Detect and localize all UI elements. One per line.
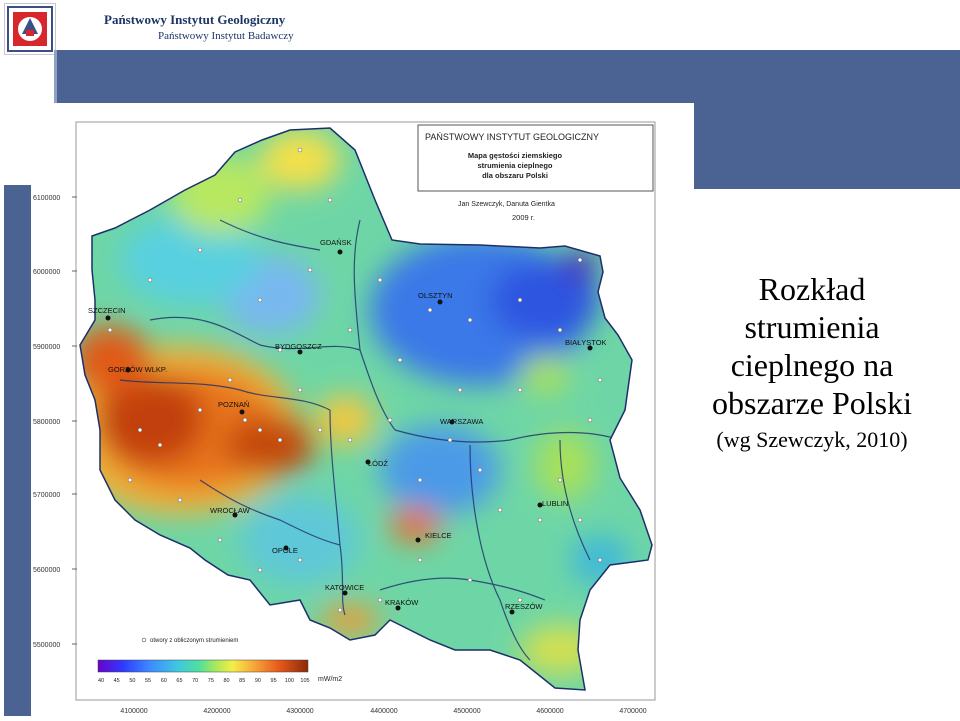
map-authors: Jan Szewczyk, Danuta Gientka [458,201,555,208]
city-label-krakow: KRAKÓW [385,598,419,607]
top-band [57,50,960,103]
map-title-2: strumienia cieplnego [477,161,552,170]
slide-title-line-1: Rozkład [758,271,866,307]
x-tick-label: 4300000 [286,708,313,715]
legend-tick-label: 70 [192,678,198,684]
slide-title-source: (wg Szewczyk, 2010) [716,427,908,452]
y-tick-label: 5800000 [33,419,60,426]
legend-tick-label: 40 [98,678,104,684]
map-title-3: dla obszaru Polski [482,171,548,180]
institute-subtitle: Państwowy Instytut Badawczy [158,30,294,42]
slide-title-line-2: strumienia [744,309,880,345]
city-label-warszawa: WARSZAWA [440,417,483,426]
map-title-1: Mapa gęstości ziemskiego [468,151,563,160]
institute-logo [4,3,56,55]
map-org-name: PAŃSTWOWY INSTYTUT GEOLOGICZNY [425,132,599,142]
city-label-gdansk: GDAŃSK [320,238,352,247]
legend-tick-label: 65 [176,678,182,684]
heat-flow-map-svg: GDAŃSK OLSZTYN SZCZECIN BIAŁYSTOK BYDGOS… [33,121,656,715]
legend-tick-label: 95 [271,678,277,684]
city-label-lublin: LUBLIN [542,499,568,508]
slide-title-line-4: obszarze Polski [712,385,912,421]
city-label-wroclaw: WROCŁAW [210,506,251,515]
legend-tick-label: 100 [285,678,294,684]
institute-emblem-icon [7,6,53,52]
city-label-bydgoszcz: BYDGOSZCZ [275,342,322,351]
legend-tick-label: 105 [300,678,309,684]
city-label-bialystok: BIAŁYSTOK [565,338,607,347]
x-tick-label: 4500000 [453,708,480,715]
institute-name: Państwowy Instytut Geologiczny [104,12,286,27]
x-tick-label: 4600000 [536,708,563,715]
legend-colorbar [97,659,309,673]
city-label-opole: OPOLE [272,546,298,555]
legend-tick-label: 80 [223,678,229,684]
legend-tick-label: 50 [129,678,135,684]
city-label-katowice: KATOWICE [325,583,364,592]
y-tick-label: 5700000 [33,492,60,499]
legend-tick-label: 45 [114,678,120,684]
x-tick-label: 4100000 [120,708,147,715]
heat-flow-map: GDAŃSK OLSZTYN SZCZECIN BIAŁYSTOK BYDGOS… [31,103,694,716]
legend-points-label: otwory z obliczonym strumieniem [150,638,238,644]
legend-tick-label: 90 [255,678,261,684]
x-tick-label: 4400000 [370,708,397,715]
city-label-gorzow: GORZÓW WLKP. [108,365,167,374]
right-accent-block [694,103,960,189]
y-tick-label: 6000000 [33,269,60,276]
map-year: 2009 r. [512,213,535,222]
legend-point-symbol [141,637,147,643]
legend-unit: mW/m2 [318,676,342,683]
slide-title: Rozkład strumienia cieplnego na obszarze… [698,270,926,454]
city-label-poznan: POZNAŃ [218,400,249,409]
city-label-kielce: KIELCE [425,531,452,540]
legend-tick-label: 60 [161,678,167,684]
legend-tick-label: 75 [208,678,214,684]
city-label-olsztyn: OLSZTYN [418,291,453,300]
city-label-szczecin: SZCZECIN [88,306,126,315]
legend-tick-label: 55 [145,678,151,684]
y-tick-label: 5600000 [33,567,60,574]
x-tick-label: 4700000 [619,708,646,715]
city-label-rzeszow: RZESZÓW [505,602,543,611]
city-label-lodz: ŁÓDŹ [368,459,388,468]
y-tick-label: 6100000 [33,195,60,202]
x-tick-label: 4200000 [203,708,230,715]
y-tick-label: 5500000 [33,642,60,649]
y-tick-label: 5900000 [33,344,60,351]
legend-tick-label: 85 [239,678,245,684]
slide-title-line-3: cieplnego na [730,347,894,383]
left-accent-bar [4,185,31,716]
